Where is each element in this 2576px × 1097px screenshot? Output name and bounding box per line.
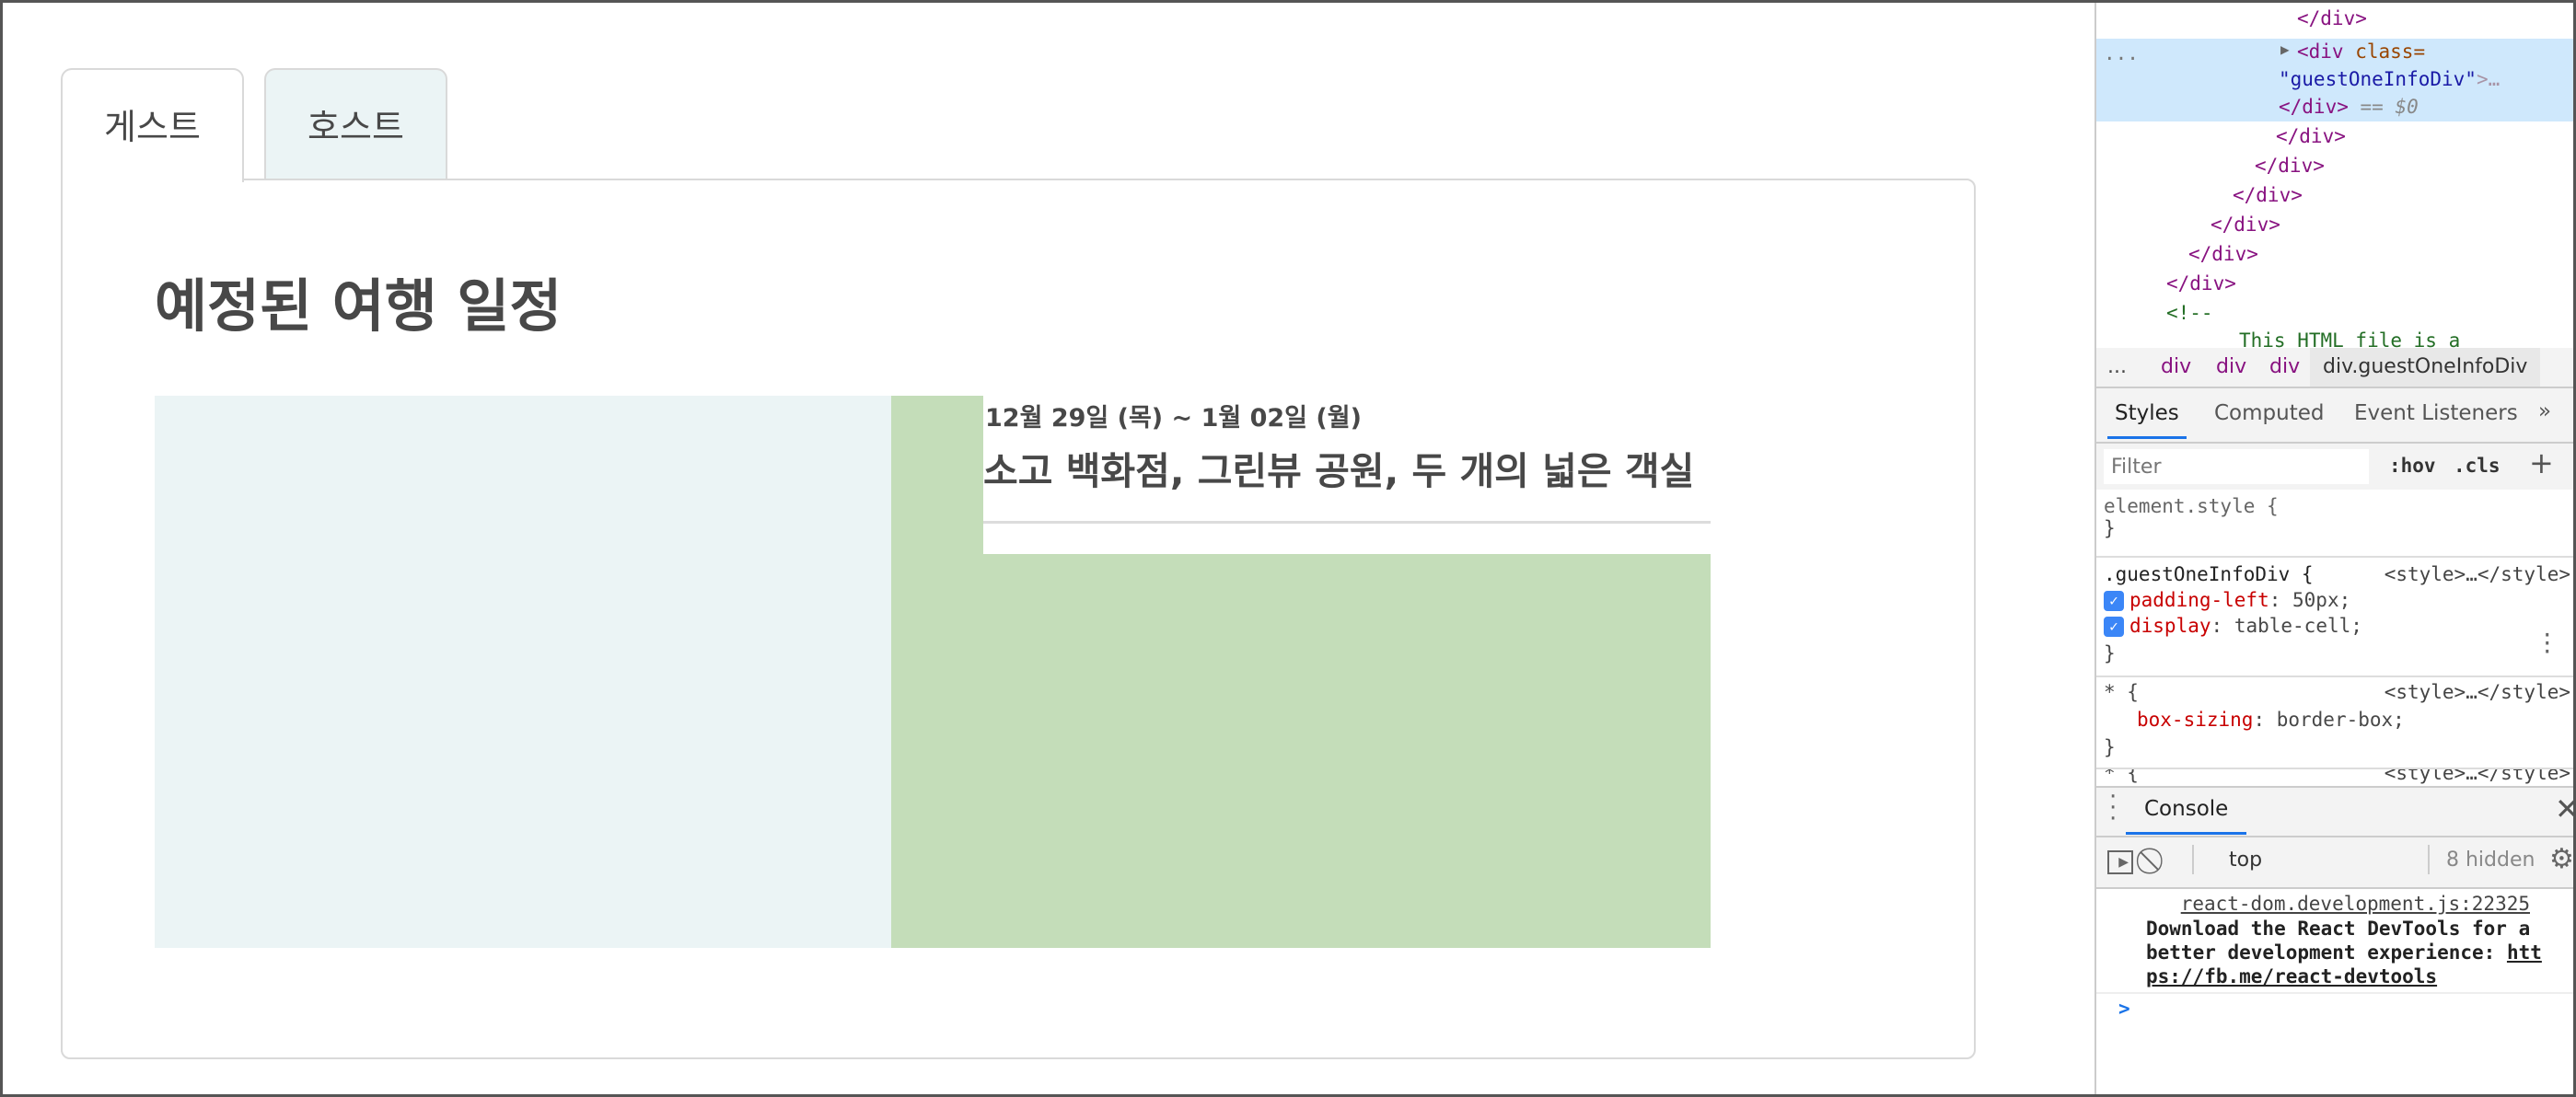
- rule-source-link[interactable]: <style>…</style>: [2385, 681, 2570, 703]
- message-text: Download the React DevTools for a better…: [2146, 918, 2542, 987]
- more-tabs-icon[interactable]: »: [2538, 399, 2551, 423]
- rule-guestoneinfodiv: .guestOneInfoDiv { <style>…</style> ✓ pad…: [2096, 558, 2576, 677]
- tab-host[interactable]: 호스트: [264, 68, 447, 180]
- selected-close-tag[interactable]: </div> == $0: [2279, 96, 2419, 118]
- close-tag: </div>: [2210, 214, 2280, 236]
- breadcrumb-item[interactable]: div: [2216, 355, 2246, 378]
- close-tag: </div>: [2297, 7, 2367, 29]
- filter-row: :hov .cls +: [2096, 444, 2576, 490]
- trip-dates: 12월 29일 (목) ~ 1월 02일 (월): [985, 404, 1362, 433]
- rule-close: }: [2104, 642, 2116, 664]
- toolbar-separator: [2192, 845, 2194, 874]
- context-selector[interactable]: top: [2229, 849, 2262, 872]
- close-tag: </div>: [2166, 272, 2236, 294]
- console-toolbar: ▶ ⃠ top 8 hidden ⚙: [2096, 837, 2576, 889]
- rule-element-style: element.style { }: [2096, 490, 2576, 558]
- toolbar-separator: [2428, 845, 2430, 874]
- page-title: 예정된 여행 일정: [155, 272, 563, 340]
- checkbox-checked-icon[interactable]: ✓: [2104, 617, 2124, 637]
- hov-toggle[interactable]: :hov: [2389, 455, 2436, 477]
- tab-guest[interactable]: 게스트: [61, 68, 244, 182]
- sidebar-toggle-icon[interactable]: ▶: [2107, 850, 2133, 874]
- hidden-count[interactable]: 8 hidden: [2446, 849, 2535, 872]
- drawer-tabbar: · · · Console ✕: [2096, 785, 2576, 837]
- breadcrumb-item[interactable]: div: [2161, 355, 2191, 378]
- tab-console[interactable]: Console: [2126, 797, 2247, 835]
- expand-triangle-icon[interactable]: ▶: [2280, 40, 2290, 58]
- selected-attr-value[interactable]: "guestOneInfoDiv">…: [2279, 68, 2500, 90]
- property-row[interactable]: ✓ padding-left: 50px;: [2104, 589, 2350, 611]
- property-row[interactable]: ✓ display: table-cell;: [2104, 615, 2362, 637]
- console-message: react-dom.development.js:22325 Download …: [2096, 891, 2576, 994]
- new-rule-button[interactable]: +: [2529, 445, 2554, 480]
- comment-open: <!--: [2166, 302, 2213, 324]
- settings-gear-icon[interactable]: ⚙: [2549, 843, 2574, 875]
- breadcrumb-item[interactable]: div: [2269, 355, 2300, 378]
- rule-source-link[interactable]: <style>…</style>: [2385, 769, 2570, 784]
- rule-selector[interactable]: * {: [2104, 769, 2139, 784]
- property-row[interactable]: box-sizing: border-box;: [2137, 709, 2405, 731]
- styles-tabbar: Styles Computed Event Listeners »: [2096, 388, 2576, 444]
- close-tag: </div>: [2233, 184, 2303, 206]
- rule-close: }: [2104, 736, 2116, 758]
- cls-toggle[interactable]: .cls: [2454, 455, 2501, 477]
- devtools-panel: </div> ... ▶ <div class= "guestOneInfoDi…: [2094, 0, 2576, 1097]
- close-drawer-icon[interactable]: ✕: [2555, 791, 2576, 826]
- rule-selector[interactable]: element.style {: [2104, 495, 2569, 517]
- message-source-link[interactable]: react-dom.development.js:22325: [2181, 893, 2530, 915]
- close-tag: </div>: [2276, 125, 2346, 147]
- breadcrumb-more[interactable]: ...: [2107, 355, 2127, 378]
- rule-universal-2: * { <style>…</style>: [2096, 769, 2576, 786]
- filter-input[interactable]: [2104, 449, 2369, 484]
- rule-selector[interactable]: .guestOneInfoDiv {: [2104, 563, 2314, 585]
- selected-open-tag[interactable]: <div class=: [2297, 40, 2425, 63]
- kebab-menu-icon[interactable]: · · ·: [2541, 624, 2554, 663]
- trip-name[interactable]: 소고 백화점, 그린뷰 공원, 두 개의 넓은 객실: [983, 440, 1694, 495]
- checkbox-checked-icon[interactable]: ✓: [2104, 591, 2124, 611]
- breadcrumb: ... div div div div.guestOneInfoDiv: [2096, 348, 2576, 388]
- tab-computed[interactable]: Computed: [2214, 401, 2324, 425]
- tab-styles[interactable]: Styles: [2107, 401, 2187, 439]
- row-options-icon[interactable]: ...: [2104, 42, 2139, 64]
- rule-close: }: [2104, 517, 2116, 539]
- close-tag: </div>: [2255, 155, 2325, 177]
- rule-universal: * { <style>…</style> box-sizing: border-…: [2096, 677, 2576, 769]
- breadcrumb-current[interactable]: div.guestOneInfoDiv: [2310, 348, 2541, 387]
- tab-event-listeners[interactable]: Event Listeners: [2354, 401, 2518, 425]
- rule-source-link[interactable]: <style>…</style>: [2385, 563, 2570, 585]
- close-tag: </div>: [2188, 243, 2258, 265]
- console-prompt[interactable]: >: [2118, 998, 2130, 1020]
- trip-image-placeholder[interactable]: [155, 396, 891, 948]
- rule-selector[interactable]: * {: [2104, 681, 2139, 703]
- divider: [983, 521, 1711, 524]
- drawer-menu-icon[interactable]: · · ·: [2109, 785, 2117, 831]
